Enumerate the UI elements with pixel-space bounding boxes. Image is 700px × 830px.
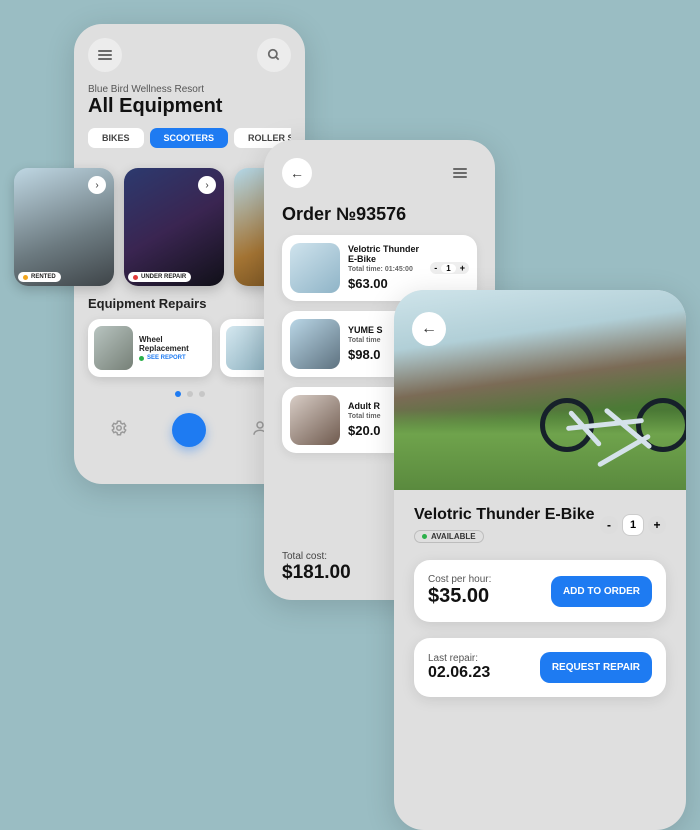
cost-label: Cost per hour: bbox=[428, 574, 491, 585]
menu-icon bbox=[98, 54, 112, 56]
quantity-stepper[interactable]: -1 + bbox=[430, 262, 469, 274]
cost-value: $35.00 bbox=[428, 585, 491, 608]
item-time: Total time: 01:45:00 bbox=[348, 266, 422, 273]
status-badge: UNDER REPAIR bbox=[128, 272, 191, 282]
category-tabs: BIKES SCOOTERS ROLLER SK bbox=[88, 128, 291, 148]
search-button[interactable] bbox=[257, 38, 291, 72]
page-dot[interactable] bbox=[175, 391, 181, 397]
status-badge: AVAILABLE bbox=[414, 530, 484, 543]
repair-card: Last repair: 02.06.23 REQUEST REPAIR bbox=[414, 638, 666, 697]
arrow-left-icon: ← bbox=[290, 165, 304, 181]
plus-button[interactable]: + bbox=[648, 516, 666, 534]
phone-equipment-detail: ← Velotric Thunder E-Bike AVAILABLE - 1 … bbox=[394, 290, 686, 830]
order-total: Total cost: $181.00 bbox=[282, 551, 351, 584]
add-to-order-button[interactable]: ADD TO ORDER bbox=[551, 576, 652, 607]
quantity-stepper[interactable]: - 1 + bbox=[600, 514, 666, 536]
primary-fab[interactable] bbox=[172, 413, 206, 447]
header-bar bbox=[88, 38, 291, 72]
hero-image: ← bbox=[394, 290, 686, 490]
cost-card: Cost per hour: $35.00 ADD TO ORDER bbox=[414, 560, 666, 622]
page-dot[interactable] bbox=[187, 391, 193, 397]
repair-value: 02.06.23 bbox=[428, 664, 490, 682]
qty-value: 1 bbox=[622, 514, 644, 536]
pagination-dots[interactable] bbox=[88, 391, 291, 397]
qty-value: 1 bbox=[441, 264, 455, 273]
item-thumb bbox=[290, 395, 340, 445]
minus-icon[interactable]: - bbox=[434, 263, 437, 273]
status-dot-icon bbox=[422, 534, 427, 539]
menu-icon bbox=[453, 172, 467, 174]
repairs-row: Wheel Replacement SEE REPORT bbox=[88, 319, 291, 377]
search-icon bbox=[267, 48, 281, 62]
repair-thumb bbox=[94, 326, 133, 370]
tab-scooters[interactable]: SCOOTERS bbox=[150, 128, 229, 148]
status-text: UNDER REPAIR bbox=[141, 274, 186, 280]
settings-button[interactable] bbox=[110, 419, 128, 442]
arrow-left-icon: ← bbox=[421, 320, 437, 338]
total-value: $181.00 bbox=[282, 562, 351, 584]
back-button[interactable]: ← bbox=[412, 312, 446, 346]
gear-icon bbox=[110, 419, 128, 437]
repair-name: Wheel Replacement bbox=[139, 335, 206, 353]
status-badge: RENTED bbox=[18, 272, 61, 282]
equipment-card[interactable]: › UNDER REPAIR bbox=[124, 168, 224, 286]
order-title: Order №93576 bbox=[282, 204, 477, 225]
plus-icon[interactable]: + bbox=[460, 263, 465, 273]
item-thumb bbox=[290, 243, 340, 293]
status-text: RENTED bbox=[31, 274, 56, 280]
header-bar: ← bbox=[282, 156, 477, 190]
request-repair-button[interactable]: REQUEST REPAIR bbox=[540, 652, 652, 683]
page-dot[interactable] bbox=[199, 391, 205, 397]
repairs-heading: Equipment Repairs bbox=[88, 296, 291, 311]
menu-button[interactable] bbox=[88, 38, 122, 72]
status-dot-icon bbox=[133, 275, 138, 280]
equipment-name: Velotric Thunder E-Bike bbox=[414, 506, 594, 524]
back-button[interactable]: ← bbox=[282, 158, 312, 188]
status-dot-icon bbox=[139, 356, 144, 361]
resort-name: Blue Bird Wellness Resort bbox=[88, 84, 291, 95]
title-row: Velotric Thunder E-Bike AVAILABLE - 1 + bbox=[414, 506, 666, 544]
menu-button[interactable] bbox=[443, 156, 477, 190]
bottom-nav bbox=[88, 413, 291, 447]
tab-bikes[interactable]: BIKES bbox=[88, 128, 144, 148]
status-dot-icon bbox=[23, 275, 28, 280]
status-text: AVAILABLE bbox=[431, 532, 476, 541]
item-thumb bbox=[290, 319, 340, 369]
equipment-card[interactable]: › RENTED bbox=[14, 168, 114, 286]
total-label: Total cost: bbox=[282, 551, 351, 562]
repair-card[interactable]: Wheel Replacement SEE REPORT bbox=[88, 319, 212, 377]
chevron-right-icon[interactable]: › bbox=[198, 176, 216, 194]
repair-label: Last repair: bbox=[428, 653, 490, 664]
chevron-right-icon[interactable]: › bbox=[88, 176, 106, 194]
item-price: $63.00 bbox=[348, 276, 422, 291]
see-report-link[interactable]: SEE REPORT bbox=[139, 355, 206, 361]
page-title: All Equipment bbox=[88, 95, 291, 118]
item-name: Velotric Thunder E-Bike bbox=[348, 245, 422, 265]
minus-button[interactable]: - bbox=[600, 516, 618, 534]
